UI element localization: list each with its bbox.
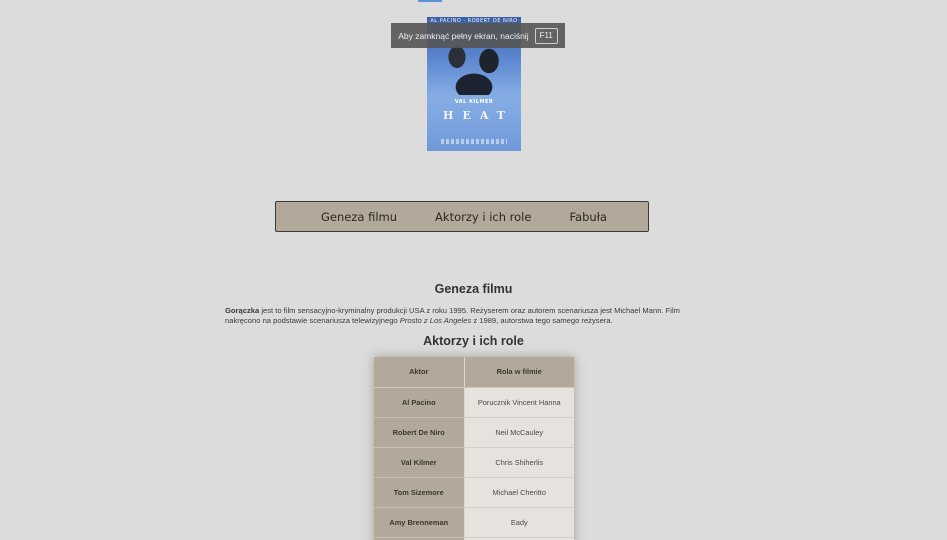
poster-credits — [441, 139, 507, 144]
actors-heading: Aktorzy i ich role — [423, 334, 524, 348]
actors-table: Aktor Rola w filmie Al Pacino Porucznik … — [374, 357, 574, 540]
table-row: Tom Sizemore Michael Cheritto — [374, 476, 574, 507]
tv-series-title: Prosto z Los Angeles — [399, 316, 472, 325]
actor-cell: Tom Sizemore — [374, 476, 464, 507]
genesis-text-2: z 1989, autorstwa tego samego reżysera. — [471, 316, 613, 325]
role-cell: Eady — [463, 506, 574, 537]
table-row: Val Kilmer Chris Shiherlis — [374, 446, 574, 477]
column-header-actor: Aktor — [374, 357, 464, 388]
table-row: Al Pacino Porucznik Vincent Hanna — [374, 386, 574, 417]
actor-cell: Val Kilmer — [374, 446, 464, 477]
table-row: Amy Brenneman Eady — [374, 506, 574, 537]
f11-key-badge: F11 — [534, 27, 558, 44]
poster-val-kilmer: VAL KILMER — [454, 99, 494, 105]
page: AL PACINO · ROBERT DE NIRO VAL KILMER HE… — [0, 0, 947, 540]
film-name: Gorączka — [225, 306, 260, 315]
actors-table-container: Aktor Rola w filmie Al Pacino Porucznik … — [374, 357, 574, 540]
genesis-paragraph: Gorączka jest to film sensacyjno-krymina… — [225, 306, 697, 326]
table-header-row: Aktor Rola w filmie — [374, 357, 574, 388]
role-cell: Porucznik Vincent Hanna — [463, 386, 574, 417]
nav-item-plot[interactable]: Fabuła — [569, 210, 607, 224]
nav-item-genesis[interactable]: Geneza filmu — [321, 210, 397, 224]
actor-cell: Robert De Niro — [374, 416, 464, 447]
role-cell: Michael Cheritto — [463, 476, 574, 507]
genesis-heading: Geneza filmu — [434, 282, 513, 296]
section-nav: Geneza filmu Aktorzy i ich role Fabuła — [275, 201, 649, 232]
actor-cell: Al Pacino — [374, 386, 464, 417]
fullscreen-toast-message: Aby zamknąć pełny ekran, naciśnij — [398, 30, 529, 41]
table-row: Robert De Niro Neil McCauley — [374, 416, 574, 447]
column-header-role: Rola w filmie — [463, 357, 574, 388]
top-accent-line — [418, 0, 442, 2]
role-cell: Chris Shiherlis — [463, 446, 574, 477]
poster-title: HEAT — [443, 109, 514, 122]
nav-item-actors[interactable]: Aktorzy i ich role — [435, 210, 531, 224]
actor-cell: Amy Brenneman — [374, 506, 464, 537]
fullscreen-exit-toast: Aby zamknąć pełny ekran, naciśnij F11 — [391, 23, 565, 48]
role-cell: Neil McCauley — [463, 416, 574, 447]
